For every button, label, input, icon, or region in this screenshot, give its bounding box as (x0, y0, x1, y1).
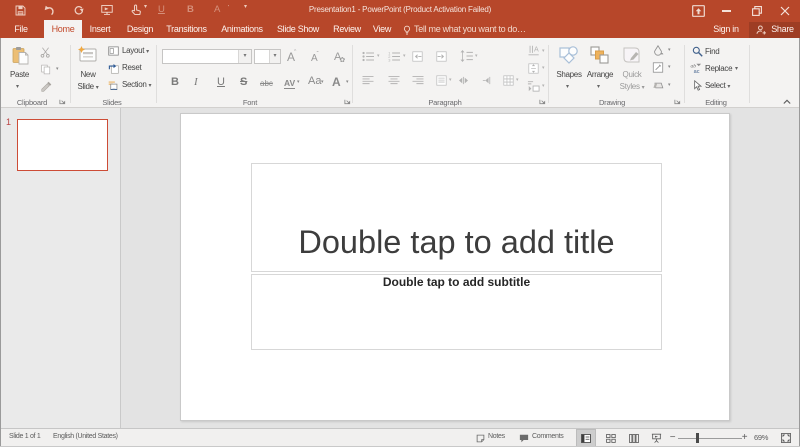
svg-text:A: A (534, 46, 539, 53)
svg-text:3: 3 (388, 58, 390, 62)
svg-text:ac: ac (694, 69, 700, 74)
